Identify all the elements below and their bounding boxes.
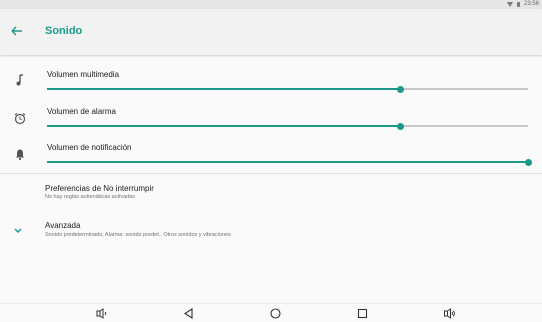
bell-icon (16, 149, 24, 161)
navigation-bar (0, 303, 542, 322)
volume-slider-multimedia[interactable] (47, 85, 528, 93)
wifi-icon (506, 2, 513, 7)
status-time: 23:56 (523, 1, 539, 7)
volume-label: Volumen multimedia (47, 70, 120, 79)
volume-row-notification: Volumen de notificación (0, 138, 542, 170)
battery-icon (516, 2, 520, 7)
page-title: Sonido (45, 25, 83, 37)
volume-label: Volumen de alarma (47, 107, 116, 116)
pref-subtitle: No hay reglas automáticas activadas (45, 194, 135, 200)
pref-advanced[interactable]: Avanzada Sonido predeterminado, Alarma: … (0, 218, 542, 246)
volume-up-icon[interactable] (443, 307, 456, 320)
volume-down-icon[interactable] (95, 307, 108, 320)
slider-fill (47, 88, 401, 90)
slider-thumb[interactable] (397, 85, 405, 93)
volume-row-alarm: Volumen de alarma (0, 101, 542, 133)
chevron-down-icon (14, 228, 22, 234)
back-triangle-icon[interactable] (182, 307, 195, 320)
pref-subtitle: Sonido predeterminado, Alarma: sonido pr… (45, 232, 231, 238)
volume-slider-notification[interactable] (47, 158, 532, 166)
alarm-clock-icon (14, 113, 26, 125)
slider-thumb[interactable] (524, 158, 532, 166)
slider-fill (47, 161, 528, 163)
status-bar: 23:56 (0, 0, 542, 9)
pref-title: Preferencias de No interrumpir (45, 184, 154, 193)
arrow-back-icon[interactable] (9, 23, 25, 39)
volume-slider-alarm[interactable] (47, 122, 528, 130)
recents-square-icon[interactable] (356, 307, 369, 320)
music-note-icon (16, 74, 23, 86)
pref-title: Avanzada (45, 221, 81, 230)
app-toolbar: Sonido (0, 9, 542, 55)
volume-label: Volumen de notificación (47, 143, 132, 152)
home-circle-icon[interactable] (269, 307, 282, 320)
volume-row-multimedia: Volumen multimedia (0, 64, 542, 96)
section-divider (0, 173, 542, 174)
slider-fill (47, 125, 401, 127)
slider-thumb[interactable] (397, 122, 405, 130)
pref-do-not-disturb[interactable]: Preferencias de No interrumpir No hay re… (0, 180, 542, 208)
